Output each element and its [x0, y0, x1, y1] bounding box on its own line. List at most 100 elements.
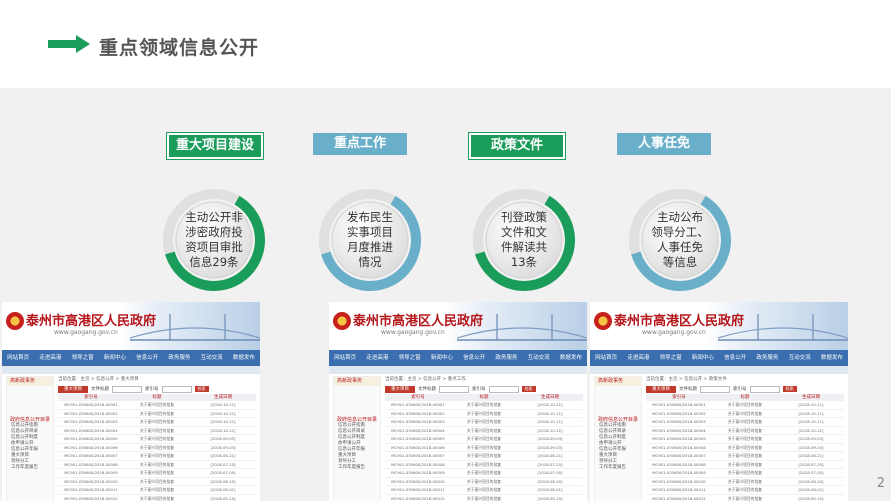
search-input-2[interactable]: [749, 385, 780, 393]
column-header: 生成日期: [541, 395, 559, 400]
nav-item[interactable]: 政务服务: [490, 350, 522, 366]
table-row[interactable]: MC901-030600/2018-00007 关于泰兴项目的批复 [2018-08…: [385, 452, 583, 461]
table-row[interactable]: MC901-030600/2018-00007 关于泰兴项目的批复 [2018-08…: [58, 452, 256, 461]
nav-item[interactable]: 走进高港: [361, 350, 393, 366]
table-row[interactable]: MC901-030600/2018-00012 关于泰兴项目的批复 [2018-05…: [646, 495, 844, 501]
table-cell: [2018-07-05]: [537, 470, 563, 475]
nav-item[interactable]: 互动交流: [784, 350, 816, 366]
sidebar-item[interactable]: 工作年度报告: [595, 465, 641, 471]
table-cell: MC901-030600/2018-00012: [64, 495, 118, 501]
website-screenshot: 泰州市高港区人民政府 www.gaogang.gov.cn 网站首页 走进高港 领导之窗…: [329, 302, 587, 501]
nav-item[interactable]: 互动交流: [523, 350, 555, 366]
table-cell: MC901-030600/2018-00002: [652, 410, 706, 416]
table-cell: MC901-030600/2018-00009: [652, 470, 706, 475]
search-bar: 重大项目 文件标题 索引号 检索: [58, 384, 256, 394]
nav-item[interactable]: 数据发布: [555, 350, 587, 366]
table-row[interactable]: MC901-030600/2018-00003 关于泰兴项目的批复 [2018-10…: [385, 418, 583, 427]
nav-item[interactable]: 数据发布: [816, 350, 848, 366]
description-line: 等信息: [662, 255, 698, 269]
table-row[interactable]: MC901-030600/2018-00002 关于泰兴项目的批复 [2018-10…: [58, 410, 256, 418]
search-input[interactable]: [112, 385, 142, 393]
nav-item[interactable]: 新闻中心: [99, 350, 131, 366]
nav-item[interactable]: 信息公开: [458, 350, 490, 366]
nav-item[interactable]: 网站首页: [2, 350, 34, 366]
tab-button[interactable]: 重大项目: [58, 385, 88, 393]
emblem-icon: [594, 312, 612, 330]
table-row[interactable]: MC901-030600/2018-00010 关于泰兴项目的批复 [2018-06…: [385, 478, 583, 486]
table-row[interactable]: MC901-030600/2018-00008 关于泰兴项目的批复 [2018-07…: [646, 461, 844, 469]
nav-item[interactable]: 新闻中心: [687, 350, 719, 366]
table-row[interactable]: MC901-030600/2018-00006 关于泰兴项目的批复 [2018-09…: [385, 444, 583, 452]
table-row[interactable]: MC901-030600/2018-00009 关于泰兴项目的批复 [2018-07…: [58, 469, 256, 478]
table-cell: [2018-09-03]: [210, 444, 236, 450]
sidebar-title: 政府信息公开目录: [336, 417, 377, 423]
table-row[interactable]: MC901-030600/2018-00011 关于泰兴项目的批复 [2018-06…: [646, 486, 844, 495]
table-row[interactable]: MC901-030600/2018-00005 关于泰兴项目的批复 [2018-09…: [646, 435, 844, 444]
table-cell: 关于泰兴项目的批复: [139, 478, 175, 484]
search-input-2[interactable]: [488, 385, 519, 393]
nav-item[interactable]: 政务服务: [163, 350, 195, 366]
table-row[interactable]: MC901-030600/2018-00006 关于泰兴项目的批复 [2018-09…: [646, 444, 844, 452]
nav-item[interactable]: 网站首页: [329, 350, 361, 366]
table-row[interactable]: MC901-030600/2018-00010 关于泰兴项目的批复 [2018-06…: [58, 478, 256, 486]
nav-item[interactable]: 信息公开: [131, 350, 163, 366]
table-row[interactable]: MC901-030600/2018-00009 关于泰兴项目的批复 [2018-07…: [385, 469, 583, 478]
nav-item[interactable]: 网站首页: [590, 350, 622, 366]
table-cell: [2018-05-15]: [798, 495, 824, 501]
table-row[interactable]: MC901-030600/2018-00003 关于泰兴项目的批复 [2018-10…: [58, 418, 256, 427]
table-cell: 关于泰兴项目的批复: [727, 453, 763, 458]
table-row[interactable]: MC901-030600/2018-00001 关于泰兴项目的批复 [2018-10…: [58, 401, 256, 410]
nav-item[interactable]: 走进高港: [34, 350, 66, 366]
site-header: 泰州市高港区人民政府 www.gaogang.gov.cn: [2, 302, 260, 350]
table-row[interactable]: MC901-030600/2018-00005 关于泰兴项目的批复 [2018-09…: [385, 435, 583, 444]
search-input[interactable]: [439, 385, 469, 393]
table-row[interactable]: MC901-030600/2018-00004 关于泰兴项目的批复 [2018-10…: [58, 427, 256, 435]
table-row[interactable]: MC901-030600/2018-00011 关于泰兴项目的批复 [2018-06…: [385, 486, 583, 495]
table-cell: [2018-10-11]: [537, 419, 563, 424]
table-row[interactable]: MC901-030600/2018-00012 关于泰兴项目的批复 [2018-05…: [58, 495, 256, 501]
search-button[interactable]: 检索: [782, 386, 797, 392]
nav-item[interactable]: 政务服务: [751, 350, 783, 366]
nav-item[interactable]: 互动交流: [196, 350, 228, 366]
search-button[interactable]: 检索: [521, 386, 536, 392]
table-row[interactable]: MC901-030600/2018-00002 关于泰兴项目的批复 [2018-10…: [646, 410, 844, 418]
nav-item[interactable]: 领导之窗: [394, 350, 426, 366]
table-row[interactable]: MC901-030600/2018-00003 关于泰兴项目的批复 [2018-10…: [646, 418, 844, 427]
table-row[interactable]: MC901-030600/2018-00004 关于泰兴项目的批复 [2018-10…: [646, 427, 844, 435]
table-cell: 关于泰兴项目的批复: [466, 444, 502, 450]
description-line: 信息29条: [189, 255, 239, 269]
nav-item[interactable]: 领导之窗: [655, 350, 687, 366]
table-row[interactable]: MC901-030600/2018-00004 关于泰兴项目的批复 [2018-10…: [385, 427, 583, 435]
search-button[interactable]: 检索: [194, 386, 209, 392]
table-cell: 关于泰兴项目的批复: [466, 410, 502, 416]
column-header: 标题: [152, 395, 162, 400]
search-input-2[interactable]: [161, 385, 192, 393]
tab-button[interactable]: 重大项目: [385, 385, 415, 393]
nav-item[interactable]: 走进高港: [622, 350, 654, 366]
sidebar-item[interactable]: 工作年度报告: [334, 465, 380, 471]
table-row[interactable]: MC901-030600/2018-00006 关于泰兴项目的批复 [2018-09…: [58, 444, 256, 452]
table-row[interactable]: MC901-030600/2018-00001 关于泰兴项目的批复 [2018-10…: [646, 401, 844, 410]
table-row[interactable]: MC901-030600/2018-00011 关于泰兴项目的批复 [2018-06…: [58, 486, 256, 495]
table-row[interactable]: MC901-030600/2018-00002 关于泰兴项目的批复 [2018-10…: [385, 410, 583, 418]
table-row[interactable]: MC901-030600/2018-00008 关于泰兴项目的批复 [2018-07…: [385, 461, 583, 469]
table-cell: [2018-08-21]: [798, 453, 824, 458]
table-row[interactable]: MC901-030600/2018-00001 关于泰兴项目的批复 [2018-10…: [385, 401, 583, 410]
search-input[interactable]: [700, 385, 730, 393]
nav-item[interactable]: 领导之窗: [67, 350, 99, 366]
sidebar-item[interactable]: 工作年度报告: [7, 465, 53, 471]
nav-item[interactable]: 数据发布: [228, 350, 260, 366]
table-row[interactable]: MC901-030600/2018-00008 关于泰兴项目的批复 [2018-07…: [58, 461, 256, 469]
table-row[interactable]: MC901-030600/2018-00009 关于泰兴项目的批复 [2018-07…: [646, 469, 844, 478]
table-row[interactable]: MC901-030600/2018-00010 关于泰兴项目的批复 [2018-06…: [646, 478, 844, 486]
nav-item[interactable]: 新闻中心: [426, 350, 458, 366]
table-row[interactable]: MC901-030600/2018-00007 关于泰兴项目的批复 [2018-08…: [646, 452, 844, 461]
table-cell: 关于泰兴项目的批复: [727, 487, 763, 492]
table-cell: [2018-06-20]: [537, 478, 563, 484]
table-cell: MC901-030600/2018-00003: [391, 419, 445, 424]
table-cell: [2018-09-03]: [798, 444, 824, 450]
table-row[interactable]: MC901-030600/2018-00005 关于泰兴项目的批复 [2018-09…: [58, 435, 256, 444]
tab-button[interactable]: 重大项目: [646, 385, 676, 393]
table-row[interactable]: MC901-030600/2018-00012 关于泰兴项目的批复 [2018-05…: [385, 495, 583, 501]
nav-item[interactable]: 信息公开: [719, 350, 751, 366]
